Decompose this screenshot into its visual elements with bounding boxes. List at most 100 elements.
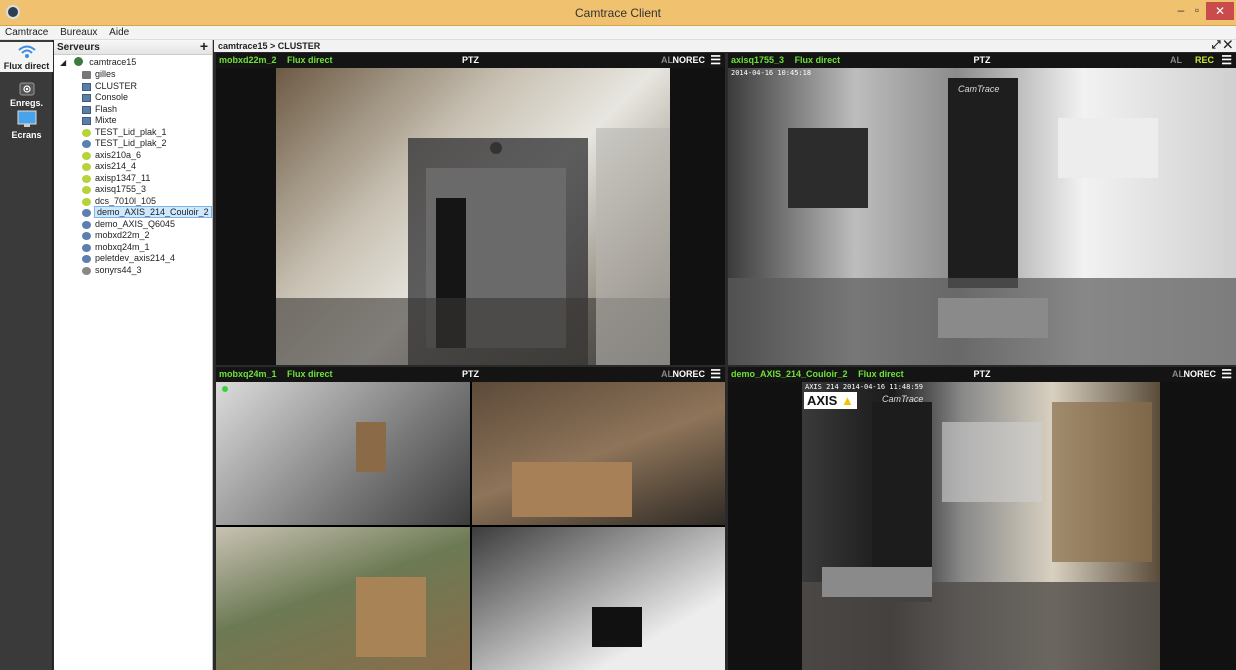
tree-node[interactable]: Console (54, 92, 212, 104)
window-title: Camtrace Client (574, 6, 662, 20)
tree-node-label: TEST_Lid_plak_1 (95, 126, 167, 137)
tree-node[interactable]: peletdev_axis214_4 (54, 253, 212, 265)
camera-live-icon (82, 128, 91, 137)
tree-node[interactable]: mobxd22m_2 (54, 230, 212, 242)
flux-direct-label: Flux direct (3, 61, 50, 71)
hamburger-menu-icon[interactable]: ☰ (710, 53, 721, 68)
tile-header: axisq1755_3 Flux direct PTZ AL REC ☰ (728, 53, 1236, 68)
tree-node-label: axisq1755_3 (95, 184, 147, 194)
tile-header: mobxq24m_1 Flux direct PTZ AL NOREC ☰ (216, 367, 725, 382)
server-icon (82, 82, 91, 91)
axis-logo: AXIS ▲ (804, 392, 857, 409)
tree-node[interactable]: dcs_7010l_105 (54, 196, 212, 208)
ptz-dropdown[interactable]: PTZ (462, 53, 479, 68)
camtrace-wall-logo: CamTrace (958, 84, 1000, 94)
tree-node-label: demo_AXIS_214_Couloir_2 (94, 206, 212, 218)
hamburger-menu-icon[interactable]: ☰ (710, 367, 721, 382)
server-icon (82, 94, 91, 102)
tree-node-label: TEST_Lid_plak_2 (95, 138, 167, 148)
tree-node-label: peletdev_axis214_4 (95, 253, 176, 263)
tree-node[interactable]: mobxq24m_1 (54, 242, 212, 254)
quad-view-4 (472, 527, 725, 670)
tree-node[interactable]: Flash (54, 104, 212, 116)
ptz-dropdown[interactable]: PTZ (974, 367, 991, 382)
menu-aide[interactable]: Aide (104, 26, 133, 38)
camera-rec-icon (82, 243, 91, 252)
menu-bar: Camtrace Bureaux Aide (0, 26, 1236, 40)
quad-view-1 (216, 382, 470, 525)
tree-node[interactable]: Mixte (54, 115, 212, 127)
record-toggle[interactable]: NOREC (672, 367, 705, 382)
camera-live-icon (82, 151, 91, 160)
tree-node[interactable]: gilles (54, 69, 212, 81)
hamburger-menu-icon[interactable]: ☰ (1221, 53, 1232, 68)
menu-camtrace[interactable]: Camtrace (0, 26, 52, 38)
tree-node[interactable]: axisp1347_11 (54, 173, 212, 185)
alarm-toggle[interactable]: AL (661, 367, 673, 382)
camera-tile-mobxd22m-2[interactable]: mobxd22m_2 Flux direct PTZ AL NOREC ☰ (216, 53, 725, 365)
record-toggle[interactable]: NOREC (672, 53, 705, 68)
tree-node-label: Flash (95, 103, 118, 114)
flux-dropdown[interactable]: Flux direct (795, 55, 841, 65)
camera-live-icon (82, 197, 91, 206)
tree-node[interactable]: axis210a_6 (54, 150, 212, 162)
hamburger-menu-icon[interactable]: ☰ (1221, 367, 1232, 382)
flux-direct-button[interactable]: Flux direct (0, 42, 53, 72)
quad-view-3 (216, 527, 470, 670)
tree-node-label: Mixte (95, 115, 117, 125)
alarm-toggle[interactable]: AL (1172, 367, 1184, 382)
ecrans-button[interactable]: Ecrans (0, 110, 53, 140)
office-entrance-scene (276, 128, 670, 365)
video-feed-quad[interactable] (216, 382, 725, 670)
camera-rec-icon (82, 209, 91, 217)
tree-node[interactable]: demo_AXIS_214_Couloir_2 (54, 206, 212, 219)
server-panel-header: Serveurs + (54, 38, 212, 55)
camera-name: demo_AXIS_214_Couloir_2 (731, 369, 848, 379)
tree-node-label: dcs_7010l_105 (95, 195, 157, 206)
office-corridor-scene (728, 78, 1236, 365)
video-timestamp: 2014-04-16 10:45:18 (731, 69, 812, 77)
menu-bureaux[interactable]: Bureaux (55, 26, 101, 38)
corridor-scene (802, 402, 1160, 670)
close-button[interactable]: ✕ (1206, 2, 1234, 20)
tree-node[interactable]: CLUSTER (54, 81, 212, 93)
tree-node-label: CLUSTER (95, 80, 138, 91)
flux-dropdown[interactable]: Flux direct (858, 369, 904, 379)
tree-node-label: axisp1347_11 (95, 172, 151, 183)
video-feed[interactable]: 2014-04-16 10:45:18 CamTrace (728, 68, 1236, 365)
tree-node[interactable]: demo_AXIS_Q6045 (54, 219, 212, 231)
tree-node-label: axis210a_6 (95, 149, 142, 160)
alarm-toggle[interactable]: AL (661, 53, 673, 68)
record-toggle[interactable]: REC (1195, 53, 1214, 68)
enregistrements-button[interactable]: Enregs. (0, 82, 53, 112)
breadcrumb-path: camtrace15 > CLUSTER (218, 41, 321, 51)
camera-off-icon (82, 266, 91, 275)
user-icon (82, 71, 91, 79)
server-icon (82, 117, 91, 125)
record-toggle[interactable]: NOREC (1183, 367, 1216, 382)
tree-node[interactable]: axis214_4 (54, 161, 212, 173)
add-server-button[interactable]: + (200, 38, 208, 54)
camera-tile-demo-axis-214-couloir-2[interactable]: demo_AXIS_214_Couloir_2 Flux direct PTZ … (728, 367, 1236, 670)
fullscreen-icon[interactable]: ⤢ ✕ (1212, 39, 1232, 52)
video-timestamp: AXIS 214 2014-04-16 11:48:59 (805, 383, 924, 391)
video-feed[interactable] (276, 68, 670, 365)
flux-dropdown[interactable]: Flux direct (287, 55, 333, 65)
flux-dropdown[interactable]: Flux direct (287, 369, 333, 379)
camera-tile-mobxq24m-1[interactable]: mobxq24m_1 Flux direct PTZ AL NOREC ☰ (216, 367, 725, 670)
video-feed[interactable]: AXIS 214 2014-04-16 11:48:59 AXIS ▲ CamT… (802, 382, 1160, 670)
ptz-dropdown[interactable]: PTZ (462, 367, 479, 382)
tree-node[interactable]: axisq1755_3 (54, 184, 212, 196)
camera-tile-axisq1755-3[interactable]: axisq1755_3 Flux direct PTZ AL REC ☰ 201… (728, 53, 1236, 365)
tile-header: mobxd22m_2 Flux direct PTZ AL NOREC ☰ (216, 53, 725, 68)
ptz-dropdown[interactable]: PTZ (974, 53, 991, 68)
tree-node[interactable]: sonyrs44_3 (54, 265, 212, 277)
title-bar: Camtrace Client – ▫ ✕ (0, 0, 1236, 26)
collapse-arrow-icon[interactable]: ◢ (60, 58, 66, 67)
server-icon (82, 105, 91, 114)
alarm-toggle[interactable]: AL (1170, 53, 1182, 68)
tree-node[interactable]: TEST_Lid_plak_2 (54, 138, 212, 150)
tree-node[interactable]: TEST_Lid_plak_1 (54, 127, 212, 139)
tree-root-server[interactable]: ◢ camtrace15 (54, 55, 212, 69)
breadcrumb: camtrace15 > CLUSTER ⤢ ✕ (214, 39, 1236, 52)
